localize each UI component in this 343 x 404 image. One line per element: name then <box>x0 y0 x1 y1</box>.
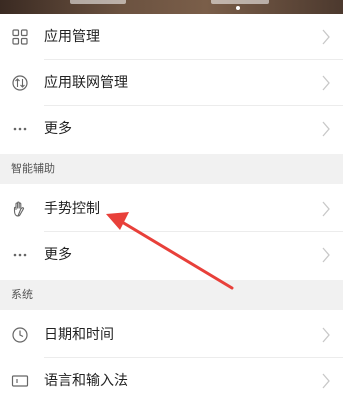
menu-item-date-time[interactable]: 日期和时间 <box>0 312 343 358</box>
tab-label-faded <box>211 0 269 4</box>
menu-item-app-network-management[interactable]: 应用联网管理 <box>0 60 343 106</box>
grid-icon <box>12 29 28 45</box>
section-title: 智能辅助 <box>11 162 55 175</box>
chevron-right-icon <box>322 75 330 91</box>
more-icon <box>13 127 27 131</box>
menu-item-more[interactable]: 更多 <box>0 232 343 278</box>
keyboard-icon <box>11 375 29 387</box>
hand-gesture-icon <box>13 201 25 217</box>
menu-item-label: 应用管理 <box>44 29 100 45</box>
menu-item-language-input[interactable]: 语言和输入法 <box>0 358 343 404</box>
chevron-right-icon <box>322 327 330 343</box>
menu-item-gesture-control[interactable]: 手势控制 <box>0 186 343 232</box>
section-header-system: 系统 <box>0 280 343 310</box>
chevron-right-icon <box>322 247 330 263</box>
status-bar <box>0 0 343 14</box>
menu-item-label: 日期和时间 <box>44 327 114 343</box>
menu-item-more[interactable]: 更多 <box>0 106 343 152</box>
menu-item-label: 更多 <box>44 247 72 263</box>
menu-item-app-management[interactable]: 应用管理 <box>0 14 343 60</box>
chevron-right-icon <box>322 201 330 217</box>
tab-label-faded <box>70 0 126 4</box>
network-icon <box>12 75 28 91</box>
section-title: 系统 <box>11 288 33 301</box>
page-indicator-dot <box>236 6 240 10</box>
menu-item-label: 应用联网管理 <box>44 75 128 91</box>
more-icon <box>13 253 27 257</box>
clock-icon <box>12 327 28 343</box>
menu-item-label: 语言和输入法 <box>44 373 128 389</box>
chevron-right-icon <box>322 121 330 137</box>
chevron-right-icon <box>322 373 330 389</box>
menu-item-label: 更多 <box>44 121 72 137</box>
menu-item-label: 手势控制 <box>44 201 100 217</box>
chevron-right-icon <box>322 29 330 45</box>
section-header-smart-assist: 智能辅助 <box>0 154 343 184</box>
